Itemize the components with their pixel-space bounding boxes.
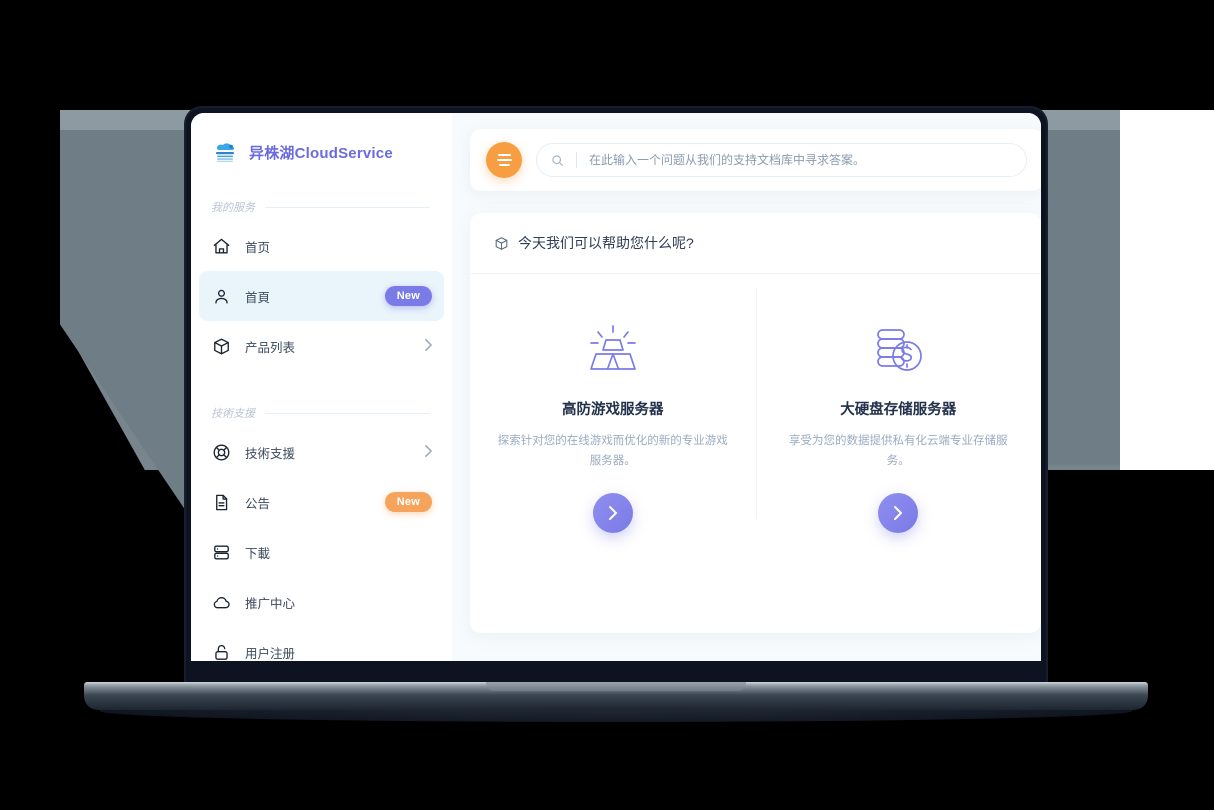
app-viewport: 异株湖CloudService 我的服务 首页 首頁 New 产品列表 技術支援… — [191, 113, 1041, 661]
unlock-icon — [211, 642, 231, 661]
divider-line — [265, 206, 430, 208]
brand-title: 异株湖CloudService — [249, 144, 393, 162]
page-title: 今天我们可以帮助您什么呢? — [518, 235, 694, 251]
sidebar-group-label: 技術支援 — [211, 408, 255, 420]
sidebar-nav-secondary: 技術支援 公告 New 下載 推广中心 用户注册 — [191, 427, 452, 661]
sidebar-group-my-services: 我的服务 — [191, 199, 452, 215]
cloud-icon — [211, 592, 231, 612]
card-description: 享受为您的数据提供私有化云端专业存储服务。 — [789, 435, 1008, 468]
panel-header: 今天我们可以帮助您什么呢? — [470, 213, 1041, 274]
card-description: 探索针对您的在线游戏而优化的新的专业游戏服务器。 — [497, 435, 728, 468]
sidebar-item-tech-support[interactable]: 技術支援 — [199, 427, 444, 477]
cube-outline-icon — [494, 236, 509, 251]
divider — [576, 152, 577, 168]
status-badge-new: New — [384, 286, 432, 306]
sidebar-item-label: 首页 — [245, 240, 271, 255]
sidebar-item-label: 下載 — [245, 546, 271, 561]
cloud-logo-icon — [211, 139, 239, 165]
lifebuoy-icon — [211, 442, 231, 462]
sidebar-group-label: 我的服务 — [211, 202, 255, 214]
search-input[interactable] — [589, 153, 1012, 167]
service-cards: 高防游戏服务器 探索针对您的在线游戏而优化的新的专业游戏服务器。 大硬盘存储服务… — [470, 274, 1042, 534]
chevron-right-icon — [425, 445, 432, 459]
sidebar: 异株湖CloudService 我的服务 首页 首頁 New 产品列表 技術支援… — [191, 113, 452, 661]
status-badge-new: New — [384, 492, 432, 512]
sidebar-item-label: 用户注册 — [245, 646, 296, 661]
top-search-bar — [470, 129, 1041, 191]
sidebar-item-label: 产品列表 — [245, 340, 296, 355]
card-storage-server[interactable]: 大硬盘存储服务器 享受为您的数据提供私有化云端专业存储服务。 — [755, 274, 1042, 534]
chevron-right-icon — [425, 339, 432, 353]
card-game-server[interactable]: 高防游戏服务器 探索针对您的在线游戏而优化的新的专业游戏服务器。 — [470, 274, 756, 534]
sidebar-item-product-list[interactable]: 产品列表 — [199, 321, 444, 371]
search-field[interactable] — [536, 143, 1027, 177]
card-action-button[interactable] — [592, 493, 633, 534]
card-title: 大硬盘存储服务器 — [840, 402, 957, 418]
sidebar-item-label: 推广中心 — [245, 596, 296, 611]
sidebar-item-label: 公告 — [245, 496, 271, 511]
sidebar-item-home[interactable]: 首页 — [199, 221, 444, 271]
screenshot-stage: 异株湖CloudService 我的服务 首页 首頁 New 产品列表 技術支援… — [0, 0, 1214, 810]
sidebar-nav-primary: 首页 首頁 New 产品列表 — [191, 221, 452, 371]
background-white-right — [1120, 110, 1214, 470]
document-icon — [211, 492, 231, 512]
sidebar-item-announcement[interactable]: 公告 New — [199, 477, 444, 527]
divider-line — [265, 412, 430, 414]
sidebar-item-promotion-center[interactable]: 推广中心 — [199, 577, 444, 627]
sidebar-item-user-registration[interactable]: 用户注册 — [199, 627, 444, 661]
card-action-button[interactable] — [878, 493, 919, 534]
sidebar-group-tech-support: 技術支援 — [191, 405, 452, 421]
disk-stack-coin-icon — [782, 322, 1016, 384]
card-title: 高防游戏服务器 — [562, 402, 664, 418]
help-panel: 今天我们可以帮助您什么呢? 高防游戏服务器 探索针对您的在线游戏而优化的新的专业… — [470, 213, 1041, 633]
hamburger-menu-icon[interactable] — [486, 142, 522, 178]
home-icon — [211, 236, 231, 256]
sidebar-item-home-alt[interactable]: 首頁 New — [199, 271, 444, 321]
brand: 异株湖CloudService — [191, 113, 452, 165]
sidebar-item-label: 首頁 — [245, 290, 271, 305]
sidebar-item-download[interactable]: 下載 — [199, 527, 444, 577]
main-content: 今天我们可以帮助您什么呢? 高防 — [452, 113, 1041, 661]
laptop-base — [84, 682, 1148, 710]
cube-icon — [211, 336, 231, 356]
gold-bars-icon — [496, 322, 730, 384]
sidebar-item-label: 技術支援 — [245, 446, 296, 461]
server-icon — [211, 542, 231, 562]
search-icon — [551, 154, 564, 167]
user-icon — [211, 286, 231, 306]
